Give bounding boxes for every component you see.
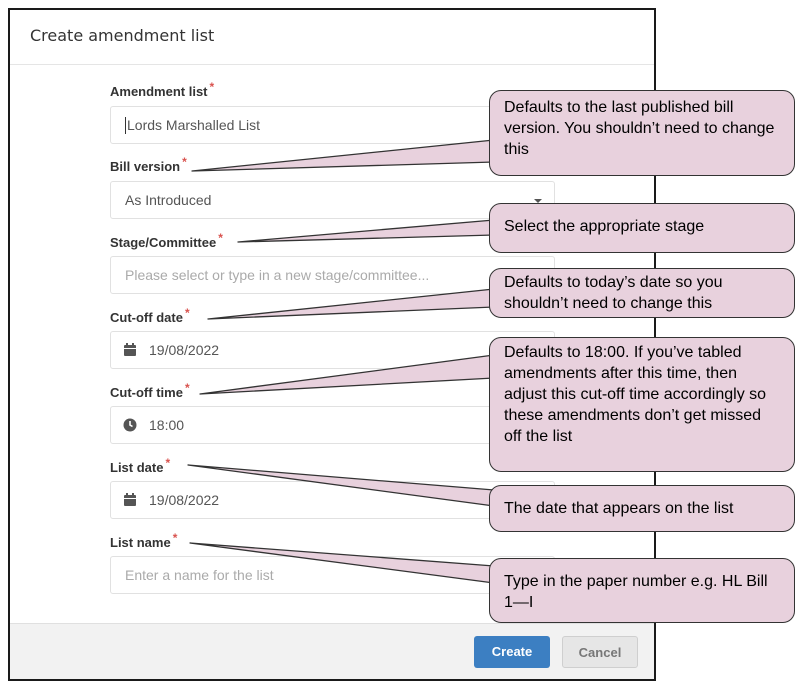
list-name-label: List name * xyxy=(110,531,177,550)
list-name-placeholder: Enter a name for the list xyxy=(125,567,274,583)
required-marker: * xyxy=(184,306,190,320)
cutoff-date-callout: Defaults to today’s date so you shouldn’… xyxy=(489,268,795,318)
list-name-label-text: List name xyxy=(110,535,171,550)
create-button[interactable]: Create xyxy=(474,636,550,668)
bill-version-label: Bill version * xyxy=(110,155,187,174)
text-cursor xyxy=(125,117,126,134)
calendar-icon xyxy=(124,493,136,506)
list-date-label: List date * xyxy=(110,456,170,475)
required-marker: * xyxy=(209,80,215,94)
list-name-callout: Type in the paper number e.g. HL Bill 1—… xyxy=(489,558,795,623)
required-marker: * xyxy=(172,531,178,545)
cutoff-date-label-text: Cut-off date xyxy=(110,310,183,325)
cutoff-time-label-text: Cut-off time xyxy=(110,385,183,400)
cutoff-time-value: 18:00 xyxy=(149,417,185,433)
amendment-list-label: Amendment list * xyxy=(110,80,214,99)
required-marker: * xyxy=(218,231,223,245)
required-marker: * xyxy=(184,381,190,395)
amendment-list-value: Lords Marshalled List xyxy=(127,117,261,133)
clock-icon xyxy=(123,418,137,432)
cancel-button[interactable]: Cancel xyxy=(562,636,638,668)
cutoff-time-label: Cut-off time * xyxy=(110,381,190,400)
stage-committee-label-text: Stage/Committee xyxy=(110,235,217,250)
dialog-footer: Create Cancel xyxy=(10,623,654,679)
cutoff-time-callout: Defaults to 18:00. If you’ve tabled amen… xyxy=(489,337,795,472)
list-date-label-text: List date xyxy=(110,460,164,475)
bill-version-value: As Introduced xyxy=(125,192,212,208)
bill-version-callout: Defaults to the last published bill vers… xyxy=(489,90,795,176)
stage-committee-placeholder: Please select or type in a new stage/com… xyxy=(125,267,430,283)
stage-callout: Select the appropriate stage xyxy=(489,203,795,253)
dialog-title: Create amendment list xyxy=(30,26,215,45)
required-marker: * xyxy=(165,456,171,470)
cutoff-date-value: 19/08/2022 xyxy=(149,342,220,358)
list-date-callout: The date that appears on the list xyxy=(489,485,795,532)
required-marker: * xyxy=(182,155,187,169)
cutoff-date-label: Cut-off date * xyxy=(110,306,190,325)
amendment-list-label-text: Amendment list xyxy=(110,84,208,99)
bill-version-label-text: Bill version xyxy=(110,159,181,174)
dialog-header: Create amendment list xyxy=(10,10,654,65)
list-date-value: 19/08/2022 xyxy=(149,492,220,508)
stage-committee-label: Stage/Committee * xyxy=(110,231,223,250)
calendar-icon xyxy=(124,343,136,356)
